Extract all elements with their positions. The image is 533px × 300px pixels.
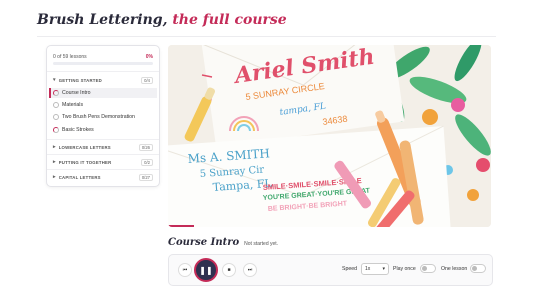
chevron-down-icon: ▾: [53, 77, 56, 83]
pause-button[interactable]: ❚❚: [194, 258, 218, 282]
pause-icon: ❚❚: [199, 265, 213, 275]
lesson-progress-icon: [53, 90, 59, 96]
lesson-course-intro[interactable]: Course Intro: [49, 88, 157, 98]
chevron-right-icon: ▸: [53, 174, 56, 180]
video-player[interactable]: Ariel Smith 5 SUNRAY CIRCLE tampa, FL 34…: [168, 45, 491, 227]
one-lesson-label: One lesson: [441, 266, 468, 272]
course-sidebar: 0 of 59 lessons 0% ▾ GETTING STARTED 0/4 …: [46, 45, 160, 187]
lesson-basic-strokes[interactable]: Basic Strokes: [49, 125, 157, 135]
lesson-label: Course Intro: [62, 90, 91, 96]
one-lesson-toggle[interactable]: [470, 264, 486, 273]
lesson-progress-icon: [53, 127, 59, 133]
section-name: LOWERCASE LETTERS: [58, 144, 111, 150]
course-title-main: Brush Lettering,: [37, 12, 168, 28]
lesson-label: Basic Strokes: [62, 127, 94, 133]
skip-forward-icon: ⏭: [247, 267, 253, 273]
section-name: GETTING STARTED: [58, 77, 102, 83]
course-title-accent: the full course: [172, 12, 287, 28]
video-frame: Ariel Smith 5 SUNRAY CIRCLE tampa, FL 34…: [168, 45, 491, 227]
lesson-label: Materials: [62, 102, 84, 108]
lesson-two-brush-pens[interactable]: Two Brush Pens Demonstration: [49, 112, 157, 122]
course-title: Brush Lettering, the full course: [37, 12, 287, 28]
section-count: 0/4: [141, 76, 153, 84]
divider: [47, 139, 159, 140]
stop-button[interactable]: ■: [222, 263, 236, 277]
skip-forward-button[interactable]: ⏭: [243, 263, 257, 277]
divider: [47, 154, 159, 155]
section-count: 0/2: [141, 158, 153, 166]
skip-back-button[interactable]: ⏮: [178, 263, 192, 277]
speed-label: Speed: [342, 266, 358, 272]
video-progress-bar[interactable]: [168, 225, 194, 227]
speed-value: 1x: [365, 266, 371, 272]
lesson-label: Two Brush Pens Demonstration: [62, 114, 135, 120]
section-name: CAPITAL LETTERS: [58, 174, 101, 180]
divider: [47, 71, 159, 72]
progress-text: 0 of 59 lessons: [53, 53, 87, 60]
divider: [47, 169, 159, 170]
progress-bar: [53, 62, 153, 65]
section-putting-it-together[interactable]: ▸ PUTTING IT TOGETHER 0/2: [53, 158, 153, 166]
skip-back-icon: ⏮: [182, 267, 188, 273]
chevron-right-icon: ▸: [53, 159, 56, 165]
section-count: 0/27: [138, 173, 153, 181]
section-count: 0/26: [138, 143, 153, 151]
title-divider: [37, 36, 496, 37]
player-controls: ⏮ ❚❚ ■ ⏭ Speed 1x ▾ Play once One lesson: [168, 254, 493, 286]
lesson-progress-icon: [53, 114, 59, 120]
play-once-toggle[interactable]: [420, 264, 436, 273]
speed-select[interactable]: 1x ▾: [361, 263, 389, 275]
chevron-right-icon: ▸: [53, 144, 56, 150]
lesson-progress-icon: [53, 102, 59, 108]
stop-icon: ■: [227, 267, 231, 273]
lesson-materials[interactable]: Materials: [49, 100, 157, 110]
chevron-down-icon: ▾: [382, 266, 385, 272]
section-name: PUTTING IT TOGETHER: [58, 159, 112, 165]
section-lowercase-letters[interactable]: ▸ LOWERCASE LETTERS 0/26: [53, 143, 153, 151]
lesson-heading: Course Intro Not started yet.: [168, 237, 278, 248]
section-getting-started[interactable]: ▾ GETTING STARTED 0/4: [53, 76, 153, 84]
section-capital-letters[interactable]: ▸ CAPITAL LETTERS 0/27: [53, 173, 153, 181]
lesson-status: Not started yet.: [244, 241, 279, 247]
play-once-label: Play once: [393, 266, 416, 272]
lesson-title: Course Intro: [168, 237, 240, 248]
progress-percent: 0%: [145, 53, 153, 60]
progress-row: 0 of 59 lessons 0%: [53, 53, 153, 60]
